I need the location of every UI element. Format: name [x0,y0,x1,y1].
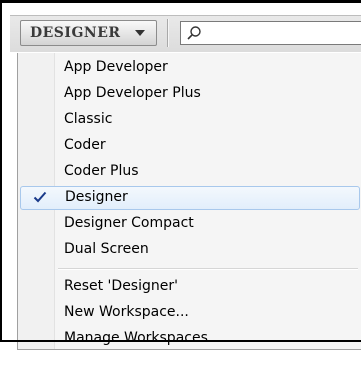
menu-item-label: Coder Plus [64,163,139,179]
screenshot-frame: DESIGNER App Developer App Developer Plu… [0,0,361,370]
workspace-switcher-button[interactable]: DESIGNER [20,20,157,46]
menu-item-designer-compact[interactable]: Designer Compact [18,212,361,236]
chevron-down-icon [135,30,145,36]
menu-item-reset-workspace[interactable]: Reset 'Designer' [18,275,361,299]
menu-item-new-workspace[interactable]: New Workspace... [18,301,361,325]
menu-item-app-developer[interactable]: App Developer [18,56,361,80]
menu-item-label: New Workspace... [64,304,189,320]
search-input[interactable] [180,21,361,45]
frame-top-border [0,0,361,3]
toolbar-divider [167,19,169,47]
menu-item-label: Designer Compact [64,215,194,231]
menu-item-app-developer-plus[interactable]: App Developer Plus [18,82,361,106]
menu-item-label: Manage Workspaces... [64,330,222,346]
workspace-menu: App Developer App Developer Plus Classic… [17,53,361,350]
menu-item-label: App Developer [64,59,168,75]
menu-item-manage-workspaces[interactable]: Manage Workspaces... [18,327,361,351]
menu-item-designer[interactable]: Designer [20,186,360,210]
checkmark-icon [33,191,47,203]
menu-item-label: App Developer Plus [64,85,201,101]
menu-item-label: Reset 'Designer' [64,278,178,294]
menu-item-classic[interactable]: Classic [18,108,361,132]
workspace-switcher-label: DESIGNER [30,25,121,41]
search-icon [187,26,201,40]
menu-item-dual-screen[interactable]: Dual Screen [18,238,361,262]
menu-item-label: Designer [65,189,128,205]
menu-separator [58,268,358,270]
menu-item-label: Classic [64,111,113,127]
menu-item-coder-plus[interactable]: Coder Plus [18,160,361,184]
frame-bottom-border [0,340,361,342]
menu-item-label: Dual Screen [64,241,149,257]
menu-item-coder[interactable]: Coder [18,134,361,158]
menu-item-label: Coder [64,137,106,153]
frame-left-border [0,0,2,342]
